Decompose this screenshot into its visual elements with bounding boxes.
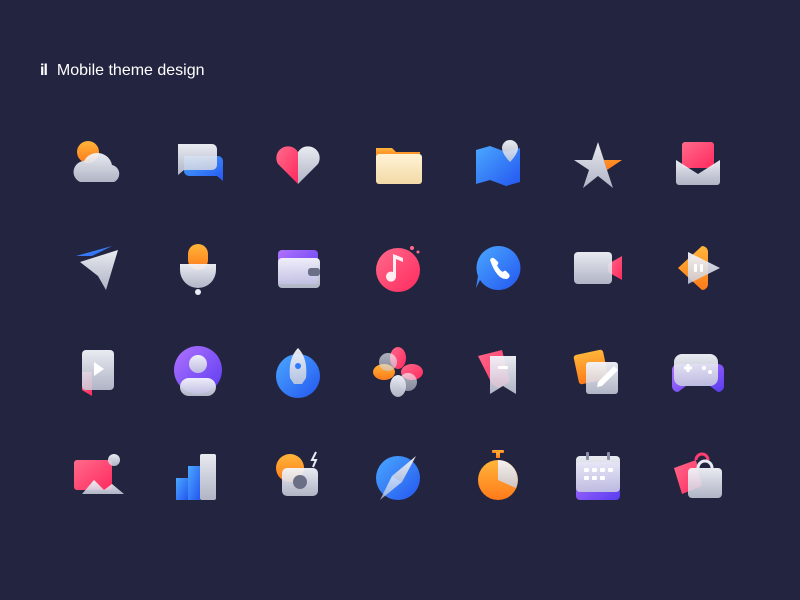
icon-cell[interactable] — [548, 336, 648, 440]
icon-cell[interactable] — [148, 128, 248, 232]
icon-cell[interactable] — [548, 232, 648, 336]
play-store-icon[interactable] — [668, 238, 728, 298]
shopping-icon[interactable] — [668, 446, 728, 506]
send-icon[interactable] — [68, 238, 128, 298]
camera-icon[interactable] — [268, 446, 328, 506]
edit-icon[interactable] — [568, 342, 628, 402]
icon-cell[interactable] — [48, 128, 148, 232]
icon-cell[interactable] — [248, 440, 348, 544]
brand-mark: il — [40, 62, 48, 79]
folder-icon[interactable] — [368, 134, 428, 194]
icon-cell[interactable] — [348, 232, 448, 336]
icon-grid — [48, 128, 748, 544]
wallet-icon[interactable] — [268, 238, 328, 298]
gallery-icon[interactable] — [68, 446, 128, 506]
icon-cell[interactable] — [648, 128, 748, 232]
video-player-icon[interactable] — [68, 342, 128, 402]
icon-cell[interactable] — [248, 336, 348, 440]
icon-cell[interactable] — [348, 128, 448, 232]
compass-icon[interactable] — [368, 446, 428, 506]
icon-cell[interactable] — [348, 440, 448, 544]
icon-cell[interactable] — [48, 232, 148, 336]
icon-cell[interactable] — [148, 440, 248, 544]
microphone-icon[interactable] — [168, 238, 228, 298]
stats-icon[interactable] — [168, 446, 228, 506]
icon-cell[interactable] — [448, 336, 548, 440]
heart-icon[interactable] — [268, 134, 328, 194]
calendar-icon[interactable] — [568, 446, 628, 506]
notes-icon[interactable] — [468, 342, 528, 402]
icon-cell[interactable] — [548, 440, 648, 544]
photos-flower-icon[interactable] — [368, 342, 428, 402]
icon-cell[interactable] — [648, 336, 748, 440]
map-icon[interactable] — [468, 134, 528, 194]
icon-cell[interactable] — [148, 336, 248, 440]
icon-cell[interactable] — [448, 232, 548, 336]
icon-cell[interactable] — [448, 128, 548, 232]
message-icon[interactable] — [168, 134, 228, 194]
icon-cell[interactable] — [148, 232, 248, 336]
mail-icon[interactable] — [668, 134, 728, 194]
icon-cell[interactable] — [348, 336, 448, 440]
weather-icon[interactable] — [68, 134, 128, 194]
icon-cell[interactable] — [548, 128, 648, 232]
music-icon[interactable] — [368, 238, 428, 298]
game-controller-icon[interactable] — [668, 342, 728, 402]
timer-icon[interactable] — [468, 446, 528, 506]
contacts-icon[interactable] — [168, 342, 228, 402]
icon-cell[interactable] — [248, 232, 348, 336]
video-icon[interactable] — [568, 238, 628, 298]
icon-cell[interactable] — [648, 440, 748, 544]
page-title: Mobile theme design — [56, 62, 205, 79]
icon-cell[interactable] — [648, 232, 748, 336]
icon-cell[interactable] — [248, 128, 348, 232]
star-icon[interactable] — [568, 134, 628, 194]
icon-cell[interactable] — [448, 440, 548, 544]
rocket-icon[interactable] — [268, 342, 328, 402]
header: il Mobile theme design — [40, 60, 205, 82]
phone-icon[interactable] — [468, 238, 528, 298]
icon-cell[interactable] — [48, 440, 148, 544]
icon-cell[interactable] — [48, 336, 148, 440]
